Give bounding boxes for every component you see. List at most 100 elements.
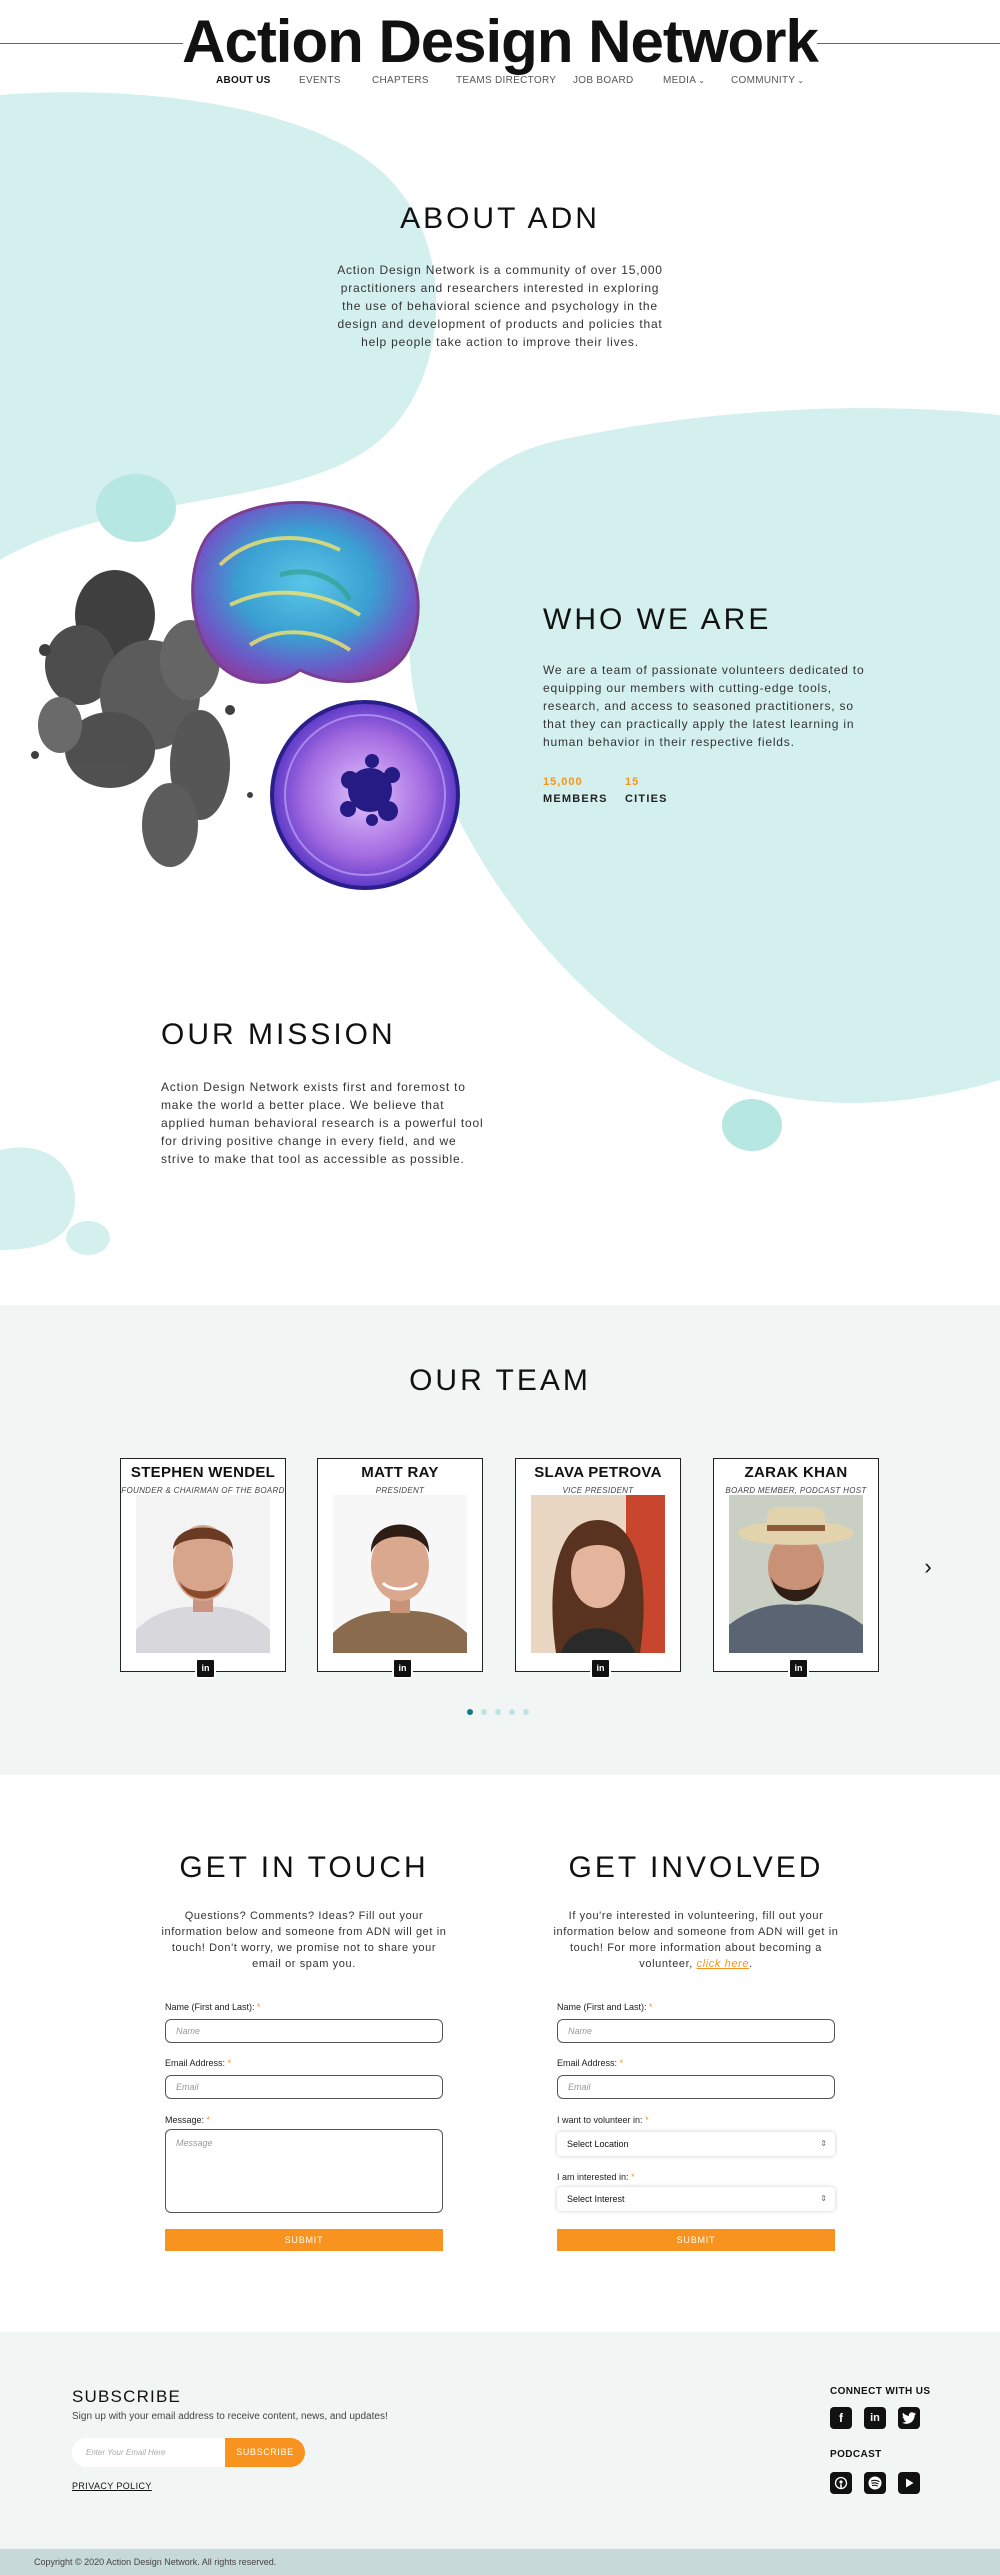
linkedin-icon[interactable]: in xyxy=(864,2407,886,2429)
contact-message-label: Message: * xyxy=(165,2115,210,2125)
blob-right xyxy=(409,408,1000,1103)
involved-line-suffix: . xyxy=(749,1958,753,1970)
site-title[interactable]: Action Design Network xyxy=(0,6,1000,78)
about-title: ABOUT ADN xyxy=(400,202,600,235)
interest-label: I am interested in: * xyxy=(557,2172,635,2182)
involved-email-field[interactable]: Email xyxy=(557,2075,835,2099)
chevron-right-icon[interactable]: › xyxy=(918,1555,938,1579)
stat-members-label: MEMBERS xyxy=(543,793,608,805)
team-card[interactable]: SLAVA PETROVA VICE PRESIDENT in xyxy=(515,1458,681,1679)
brain-scan xyxy=(191,501,420,684)
linkedin-icon[interactable]: in xyxy=(590,1658,611,1679)
facebook-icon[interactable]: f xyxy=(830,2407,852,2429)
blob-bottom-left xyxy=(0,1147,75,1250)
linkedin-icon[interactable]: in xyxy=(788,1658,809,1679)
mission-text: Action Design Network exists first and f… xyxy=(161,1078,491,1168)
involved-line-prefix: volunteer, xyxy=(639,1958,697,1970)
nav-events[interactable]: EVENTS xyxy=(299,75,341,86)
involved-name-label-text: Name (First and Last): xyxy=(557,2002,647,2012)
who-line: research, and access to seasoned practit… xyxy=(543,699,854,713)
spotify-icon[interactable] xyxy=(864,2472,886,2494)
contact-message-field[interactable]: Message xyxy=(165,2129,443,2213)
involved-name-label: Name (First and Last): * xyxy=(557,2002,653,2012)
team-card[interactable]: ZARAK KHAN BOARD MEMBER, PODCAST HOST in xyxy=(713,1458,879,1679)
interest-select[interactable]: Select Interest ⇕ xyxy=(557,2187,835,2211)
linkedin-icon[interactable]: in xyxy=(195,1658,216,1679)
team-title: OUR TEAM xyxy=(409,1364,591,1397)
required-mark: * xyxy=(649,2002,653,2012)
involved-submit-button[interactable]: SUBMIT xyxy=(557,2229,835,2251)
contact-line: information below and someone from ADN w… xyxy=(161,1926,447,1938)
carousel-dot[interactable] xyxy=(481,1709,487,1715)
member-role: FOUNDER & CHAIRMAN OF THE BOARD xyxy=(121,1486,285,1495)
select-arrows-icon: ⇕ xyxy=(820,2139,827,2148)
mission-line: make the world a better place. We believ… xyxy=(161,1098,445,1112)
main-nav: ABOUT US EVENTS CHAPTERS TEAMS DIRECTORY… xyxy=(0,75,1000,91)
who-line: We are a team of passionate volunteers d… xyxy=(543,663,865,677)
nav-about-us[interactable]: ABOUT US xyxy=(216,75,271,86)
volunteer-location-label-text: I want to volunteer in: xyxy=(557,2115,643,2125)
member-name: STEPHEN WENDEL xyxy=(121,1464,285,1481)
nav-job-board[interactable]: JOB BOARD xyxy=(573,75,634,86)
nav-media-label: MEDIA xyxy=(663,75,697,86)
contact-line: touch! Don't worry, we promise not to sh… xyxy=(171,1942,437,1954)
nav-media[interactable]: MEDIA ⌄ xyxy=(663,75,705,86)
member-role: PRESIDENT xyxy=(375,1486,425,1495)
apple-podcasts-icon[interactable] xyxy=(830,2472,852,2494)
carousel-dot[interactable] xyxy=(523,1709,529,1715)
carousel-dot[interactable] xyxy=(509,1709,515,1715)
required-mark: * xyxy=(257,2002,261,2012)
about-text: Action Design Network is a community of … xyxy=(300,261,700,351)
subscribe-button[interactable]: SUBSCRIBE xyxy=(225,2438,305,2467)
stat-members-value: 15,000 xyxy=(543,776,583,788)
volunteer-location-select[interactable]: Select Location ⇕ xyxy=(557,2132,835,2156)
contact-name-label: Name (First and Last): * xyxy=(165,2002,261,2012)
stat-cities-label: CITIES xyxy=(625,793,668,805)
member-photo xyxy=(531,1495,665,1653)
linkedin-icon[interactable]: in xyxy=(392,1658,413,1679)
nav-community[interactable]: COMMUNITY ⌄ xyxy=(731,75,804,86)
contact-text: Questions? Comments? Ideas? Fill out you… xyxy=(155,1908,453,1972)
who-line: equipping our members with cutting-edge … xyxy=(543,681,832,695)
who-line: that they can practically apply the late… xyxy=(543,717,855,731)
contact-line: email or spam you. xyxy=(252,1958,356,1970)
contact-submit-button[interactable]: SUBMIT xyxy=(165,2229,443,2251)
copyright: Copyright © 2020 Action Design Network. … xyxy=(0,2549,1000,2575)
chevron-down-icon: ⌄ xyxy=(698,76,706,85)
nav-chapters[interactable]: CHAPTERS xyxy=(372,75,429,86)
nav-teams-directory[interactable]: TEAMS DIRECTORY xyxy=(456,75,556,86)
team-card[interactable]: MATT RAY PRESIDENT in xyxy=(317,1458,483,1679)
carousel-dot[interactable] xyxy=(467,1709,473,1715)
member-role: VICE PRESIDENT xyxy=(562,1486,634,1495)
nav-community-label: COMMUNITY xyxy=(731,75,796,86)
mission-line: strive to make that tool as accessible a… xyxy=(161,1152,465,1166)
member-name: SLAVA PETROVA xyxy=(516,1464,680,1481)
member-role: BOARD MEMBER, PODCAST HOST xyxy=(725,1486,867,1495)
contact-email-field[interactable]: Email xyxy=(165,2075,443,2099)
member-name: ZARAK KHAN xyxy=(714,1464,878,1481)
member-photo xyxy=(136,1495,270,1653)
twitter-icon[interactable] xyxy=(898,2407,920,2429)
team-card[interactable]: STEPHEN WENDEL FOUNDER & CHAIRMAN OF THE… xyxy=(120,1458,286,1679)
involved-line: If you're interested in volunteering, fi… xyxy=(568,1910,824,1922)
member-name: MATT RAY xyxy=(318,1464,482,1481)
carousel-dot[interactable] xyxy=(495,1709,501,1715)
who-text: We are a team of passionate volunteers d… xyxy=(543,661,873,751)
contact-title: GET IN TOUCH xyxy=(179,1851,429,1884)
subscribe-email-input[interactable]: Enter Your Email Here xyxy=(72,2438,227,2467)
blob-small-3 xyxy=(66,1221,110,1255)
youtube-icon[interactable] xyxy=(898,2472,920,2494)
involved-line: information below and someone from ADN w… xyxy=(553,1926,839,1938)
contact-name-label-text: Name (First and Last): xyxy=(165,2002,255,2012)
about-line: help people take action to improve their… xyxy=(361,335,639,349)
privacy-policy-link[interactable]: PRIVACY POLICY xyxy=(72,2481,152,2491)
required-mark: * xyxy=(206,2115,211,2125)
contact-message-label-text: Message: xyxy=(165,2115,205,2125)
member-photo xyxy=(333,1495,467,1653)
contact-line: Questions? Comments? Ideas? Fill out you… xyxy=(184,1910,424,1922)
click-here-link[interactable]: click here xyxy=(697,1958,749,1970)
subscribe-description: Sign up with your email address to recei… xyxy=(72,2411,388,2422)
contact-name-field[interactable]: Name xyxy=(165,2019,443,2043)
involved-name-field[interactable]: Name xyxy=(557,2019,835,2043)
chevron-down-icon: ⌄ xyxy=(797,76,805,85)
